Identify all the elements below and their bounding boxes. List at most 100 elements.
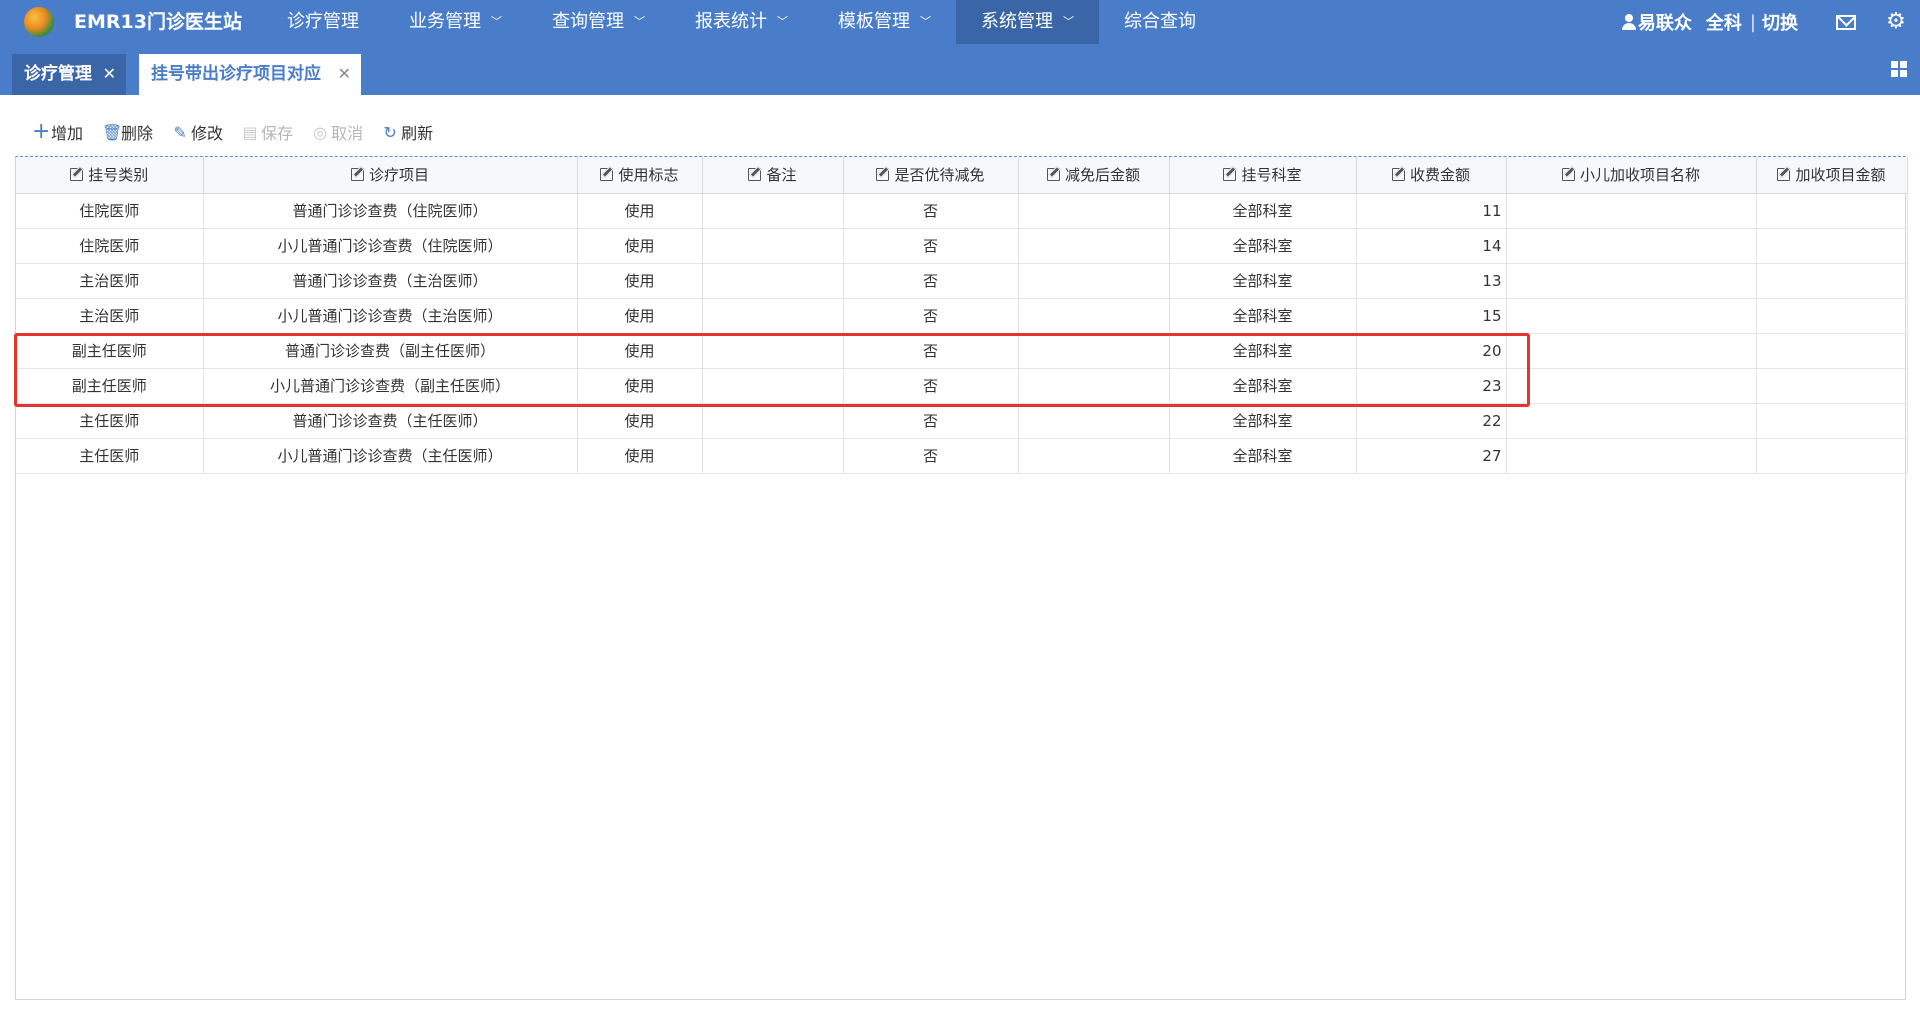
table-row[interactable]: 主任医师 小儿普通门诊诊查费（主任医师） 使用 否 全部科室 27 — [16, 438, 1908, 474]
table-cell[interactable]: 27 — [1356, 438, 1507, 474]
nav-item-templates[interactable]: 模板管理 ﹀ — [813, 0, 956, 44]
table-cell[interactable]: 11 — [1356, 193, 1507, 229]
add-button[interactable]: + 增加 — [32, 120, 83, 144]
column-header[interactable]: 加收项目金额 — [1756, 157, 1908, 194]
table-cell[interactable]: 否 — [843, 333, 1019, 369]
nav-item-business[interactable]: 业务管理 ﹀ — [384, 0, 527, 44]
table-cell[interactable] — [1756, 333, 1908, 369]
table-cell[interactable] — [702, 368, 844, 404]
table-cell[interactable]: 14 — [1356, 228, 1507, 264]
edit-button[interactable]: ✎ 修改 — [172, 120, 223, 144]
table-row[interactable]: 住院医师 普通门诊诊查费（住院医师） 使用 否 全部科室 11 — [16, 193, 1908, 229]
table-cell[interactable]: 否 — [843, 263, 1019, 299]
table-cell[interactable]: 住院医师 — [16, 228, 204, 264]
nav-item-query[interactable]: 查询管理 ﹀ — [527, 0, 670, 44]
table-cell[interactable]: 否 — [843, 403, 1019, 439]
table-cell[interactable]: 15 — [1356, 298, 1507, 334]
table-cell[interactable]: 小儿普通门诊诊查费（副主任医师） — [203, 368, 578, 404]
table-cell[interactable]: 22 — [1356, 403, 1507, 439]
mail-button[interactable] — [1826, 0, 1866, 44]
table-row[interactable]: 副主任医师 小儿普通门诊诊查费（副主任医师） 使用 否 全部科室 23 — [16, 368, 1908, 404]
table-row[interactable]: 主治医师 小儿普通门诊诊查费（主治医师） 使用 否 全部科室 15 — [16, 298, 1908, 334]
table-cell[interactable]: 使用 — [577, 403, 703, 439]
table-cell[interactable] — [1018, 403, 1170, 439]
table-cell[interactable]: 23 — [1356, 368, 1507, 404]
table-cell[interactable]: 主任医师 — [16, 438, 204, 474]
table-cell[interactable]: 全部科室 — [1169, 403, 1357, 439]
table-cell[interactable] — [702, 298, 844, 334]
column-header[interactable]: 使用标志 — [577, 157, 703, 194]
table-cell[interactable] — [1018, 228, 1170, 264]
table-cell[interactable]: 全部科室 — [1169, 368, 1357, 404]
cancel-button[interactable]: ◎ 取消 — [312, 120, 363, 144]
table-cell[interactable]: 全部科室 — [1169, 298, 1357, 334]
table-cell[interactable]: 20 — [1356, 333, 1507, 369]
table-cell[interactable]: 否 — [843, 193, 1019, 229]
table-cell[interactable] — [1756, 438, 1908, 474]
save-button[interactable]: ▤ 保存 — [242, 120, 293, 144]
table-cell[interactable] — [1018, 333, 1170, 369]
table-cell[interactable]: 小儿普通门诊诊查费（主治医师） — [203, 298, 578, 334]
table-cell[interactable]: 全部科室 — [1169, 263, 1357, 299]
close-icon[interactable]: ✕ — [103, 54, 116, 94]
table-cell[interactable]: 使用 — [577, 333, 703, 369]
table-cell[interactable]: 普通门诊诊查费（主任医师） — [203, 403, 578, 439]
table-cell[interactable]: 使用 — [577, 298, 703, 334]
table-cell[interactable] — [1506, 228, 1757, 264]
tab-diagnosis-management[interactable]: 诊疗管理 ✕ — [12, 54, 126, 95]
table-cell[interactable]: 小儿普通门诊诊查费（住院医师） — [203, 228, 578, 264]
table-cell[interactable]: 使用 — [577, 368, 703, 404]
table-cell[interactable] — [702, 438, 844, 474]
table-cell[interactable] — [1018, 298, 1170, 334]
nav-item-reports[interactable]: 报表统计 ﹀ — [670, 0, 813, 44]
table-cell[interactable] — [1756, 368, 1908, 404]
table-cell[interactable] — [702, 403, 844, 439]
nav-item-system[interactable]: 系统管理 ﹀ — [956, 0, 1099, 44]
table-cell[interactable]: 13 — [1356, 263, 1507, 299]
table-cell[interactable] — [1018, 368, 1170, 404]
grid-menu-icon[interactable] — [1891, 61, 1907, 77]
table-cell[interactable] — [1756, 403, 1908, 439]
table-cell[interactable]: 使用 — [577, 193, 703, 229]
table-cell[interactable] — [1506, 438, 1757, 474]
table-cell[interactable]: 全部科室 — [1169, 228, 1357, 264]
table-cell[interactable] — [1506, 368, 1757, 404]
table-cell[interactable]: 小儿普通门诊诊查费（主任医师） — [203, 438, 578, 474]
table-cell[interactable]: 普通门诊诊查费（住院医师） — [203, 193, 578, 229]
table-cell[interactable] — [1018, 438, 1170, 474]
table-cell[interactable] — [1018, 193, 1170, 229]
table-cell[interactable] — [1506, 298, 1757, 334]
table-cell[interactable]: 否 — [843, 368, 1019, 404]
table-cell[interactable]: 全部科室 — [1169, 193, 1357, 229]
table-cell[interactable]: 全部科室 — [1169, 333, 1357, 369]
table-cell[interactable] — [1756, 263, 1908, 299]
column-header[interactable]: 是否优待减免 — [843, 157, 1019, 194]
table-cell[interactable]: 主任医师 — [16, 403, 204, 439]
switch-link[interactable]: 切换 — [1762, 9, 1798, 35]
table-cell[interactable] — [1756, 193, 1908, 229]
delete-button[interactable]: 🗑 删除 — [102, 120, 153, 144]
table-cell[interactable] — [1506, 403, 1757, 439]
nav-item-comprehensive-query[interactable]: 综合查询 — [1099, 0, 1221, 44]
table-cell[interactable] — [702, 333, 844, 369]
nav-item-diagnosis[interactable]: 诊疗管理 — [262, 0, 384, 44]
table-cell[interactable] — [1756, 298, 1908, 334]
table-cell[interactable]: 普通门诊诊查费（主治医师） — [203, 263, 578, 299]
refresh-button[interactable]: ↻ 刷新 — [382, 120, 433, 144]
column-header[interactable]: 收费金额 — [1356, 157, 1507, 194]
table-row[interactable]: 副主任医师 普通门诊诊查费（副主任医师） 使用 否 全部科室 20 — [16, 333, 1908, 369]
table-cell[interactable] — [1506, 263, 1757, 299]
tab-registration-item-mapping[interactable]: 挂号带出诊疗项目对应 ✕ — [139, 54, 361, 95]
department-name[interactable]: 全科 — [1706, 9, 1742, 35]
table-cell[interactable]: 主治医师 — [16, 298, 204, 334]
column-header[interactable]: 备注 — [702, 157, 844, 194]
table-cell[interactable] — [1018, 263, 1170, 299]
table-cell[interactable]: 副主任医师 — [16, 333, 204, 369]
settings-button[interactable]: ⚙ — [1876, 0, 1916, 44]
table-cell[interactable] — [702, 228, 844, 264]
table-cell[interactable]: 否 — [843, 298, 1019, 334]
table-cell[interactable]: 否 — [843, 228, 1019, 264]
table-cell[interactable]: 全部科室 — [1169, 438, 1357, 474]
table-cell[interactable] — [1756, 228, 1908, 264]
table-cell[interactable]: 否 — [843, 438, 1019, 474]
